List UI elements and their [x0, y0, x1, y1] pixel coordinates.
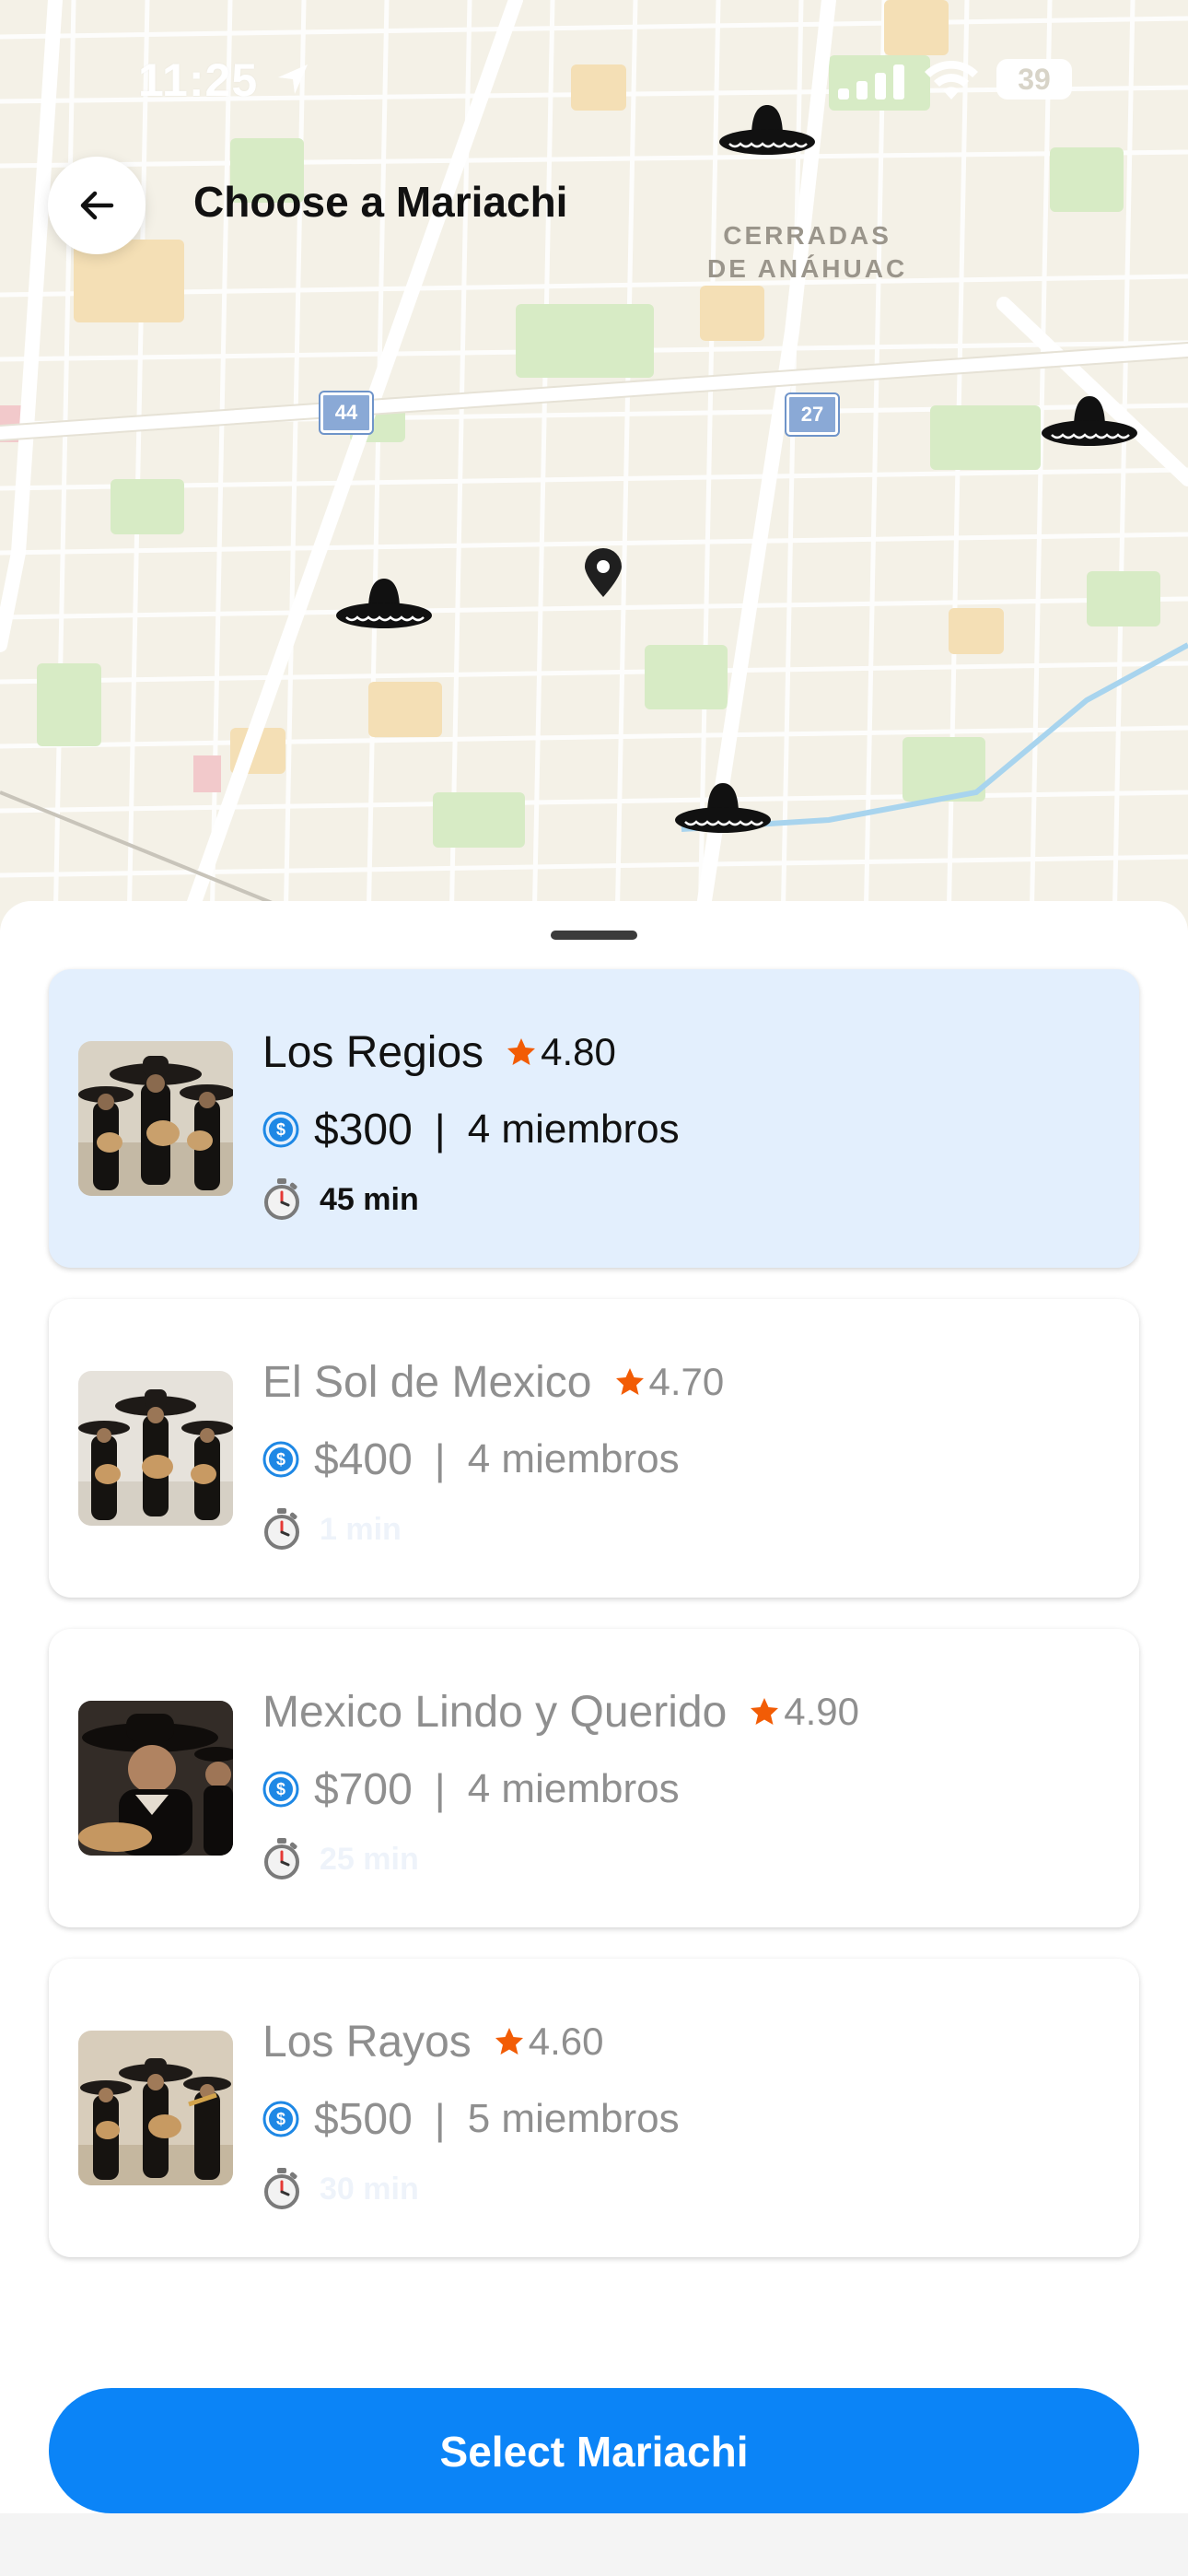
app-screen: 11:25 39 Choose a Mariachi CERRADAS DE A… — [0, 0, 1188, 2576]
mariachi-title-row: Mexico Lindo y Querido 4.90 — [262, 1682, 859, 1741]
mariachi-price: $400 — [314, 1434, 413, 1484]
mariachi-title-row: El Sol de Mexico 4.70 — [262, 1352, 724, 1411]
mariachi-card[interactable]: El Sol de Mexico 4.70 $ $400 | 4 miembro… — [49, 1299, 1139, 1598]
stopwatch-icon — [264, 1838, 299, 1879]
dollar-coin-icon: $ — [262, 2101, 299, 2137]
mariachi-card[interactable]: Los Regios 4.80 $ $300 | 4 miembros 45 m… — [49, 969, 1139, 1268]
svg-text:$: $ — [276, 1450, 285, 1469]
mariachi-rating: 4.90 — [784, 1690, 860, 1733]
mariachi-duration: 1 min — [320, 1511, 402, 1547]
wifi-icon — [925, 61, 978, 100]
sombrero-icon[interactable] — [716, 100, 818, 160]
mariachi-duration-row: 1 min — [262, 1504, 402, 1555]
mariachi-duration-row: 30 min — [262, 2163, 419, 2215]
mariachi-title-row: Los Regios 4.80 — [262, 1023, 616, 1082]
mariachi-price-row: $ $400 | 4 miembros — [262, 1430, 680, 1489]
mariachi-price-row: $ $300 | 4 miembros — [262, 1100, 680, 1159]
mariachi-duration: 45 min — [320, 1181, 419, 1217]
mariachi-members: 4 miembros — [467, 1107, 680, 1152]
dollar-coin-icon: $ — [262, 1441, 299, 1478]
location-pin-icon — [585, 548, 622, 597]
mariachi-price: $700 — [314, 1764, 413, 1814]
map-district-label-line1: CERRADAS — [723, 221, 891, 250]
mariachi-name: Mexico Lindo y Querido — [262, 1687, 728, 1737]
mariachi-group-image — [78, 1701, 233, 1856]
sombrero-icon[interactable] — [672, 778, 774, 838]
status-bar: 11:25 39 — [0, 0, 1188, 157]
sombrero-icon[interactable] — [1039, 391, 1140, 451]
mariachi-name: Los Rayos — [262, 2017, 472, 2067]
price-separator: | — [434, 2095, 446, 2143]
mariachi-duration: 30 min — [320, 2171, 419, 2207]
stopwatch-icon — [264, 1178, 299, 1220]
mariachi-members: 4 miembros — [467, 1766, 680, 1811]
mariachi-price-row: $ $500 | 5 miembros — [262, 2090, 680, 2149]
star-icon — [751, 1698, 779, 1725]
cellular-signal-icon — [838, 64, 904, 100]
mariachi-duration: 25 min — [320, 1841, 419, 1877]
mariachi-card[interactable]: Mexico Lindo y Querido 4.90 $ $700 | 4 m… — [49, 1629, 1139, 1927]
star-icon — [507, 1038, 536, 1065]
mariachi-group-image — [78, 1041, 233, 1196]
mariachi-name: El Sol de Mexico — [262, 1357, 592, 1407]
page-title: Choose a Mariachi — [193, 178, 568, 226]
mariachi-duration-row: 25 min — [262, 1833, 419, 1885]
mariachi-rating: 4.80 — [541, 1030, 616, 1073]
map-district-label: CERRADAS DE ANÁHUAC — [707, 219, 907, 286]
dollar-coin-icon: $ — [262, 1771, 299, 1808]
back-button[interactable] — [48, 157, 146, 254]
mariachi-members: 4 miembros — [467, 1436, 680, 1481]
price-separator: | — [434, 1765, 446, 1813]
stopwatch-icon — [264, 1508, 299, 1550]
star-icon — [495, 2028, 523, 2055]
mariachi-duration-row: 45 min — [262, 1174, 419, 1225]
mariachi-rating: 4.70 — [648, 1360, 725, 1403]
price-separator: | — [434, 1106, 446, 1153]
mariachi-price: $500 — [314, 2094, 413, 2144]
location-arrow-icon — [278, 64, 308, 94]
star-icon — [615, 1368, 644, 1395]
bottom-safe-area — [0, 2513, 1188, 2576]
map-view[interactable]: 11:25 39 Choose a Mariachi CERRADAS DE A… — [0, 0, 1188, 931]
mariachi-group-image — [78, 2031, 233, 2185]
mariachi-members: 5 miembros — [467, 2096, 680, 2141]
svg-text:$: $ — [276, 1120, 285, 1139]
mariachi-price-row: $ $700 | 4 miembros — [262, 1760, 680, 1819]
mariachi-photo — [78, 1371, 233, 1526]
status-time: 11:25 — [138, 54, 259, 106]
mariachi-group-image — [78, 1371, 233, 1526]
svg-text:$: $ — [276, 1780, 285, 1798]
select-mariachi-button[interactable]: Select Mariachi — [49, 2388, 1139, 2513]
mariachi-rating: 4.60 — [528, 2020, 604, 2063]
dollar-coin-icon: $ — [262, 1111, 299, 1148]
mariachi-price: $300 — [314, 1105, 413, 1154]
highway-shield-27: 27 — [785, 392, 840, 437]
mariachi-list-sheet: Los Regios 4.80 $ $300 | 4 miembros 45 m… — [0, 901, 1188, 2576]
sheet-grabber[interactable] — [551, 931, 637, 940]
mariachi-photo — [78, 1041, 233, 1196]
mariachi-photo — [78, 2031, 233, 2185]
svg-text:$: $ — [276, 2110, 285, 2128]
battery-indicator: 39 — [996, 59, 1072, 100]
sombrero-icon[interactable] — [333, 573, 435, 634]
mariachi-photo — [78, 1701, 233, 1856]
mariachi-title-row: Los Rayos 4.60 — [262, 2012, 604, 2071]
mariachi-card[interactable]: Los Rayos 4.60 $ $500 | 5 miembros 30 mi… — [49, 1959, 1139, 2257]
map-district-label-line2: DE ANÁHUAC — [707, 254, 908, 283]
stopwatch-icon — [264, 2168, 299, 2209]
arrow-left-icon — [80, 191, 114, 220]
highway-shield-44: 44 — [319, 391, 374, 435]
price-separator: | — [434, 1435, 446, 1483]
mariachi-name: Los Regios — [262, 1027, 484, 1077]
